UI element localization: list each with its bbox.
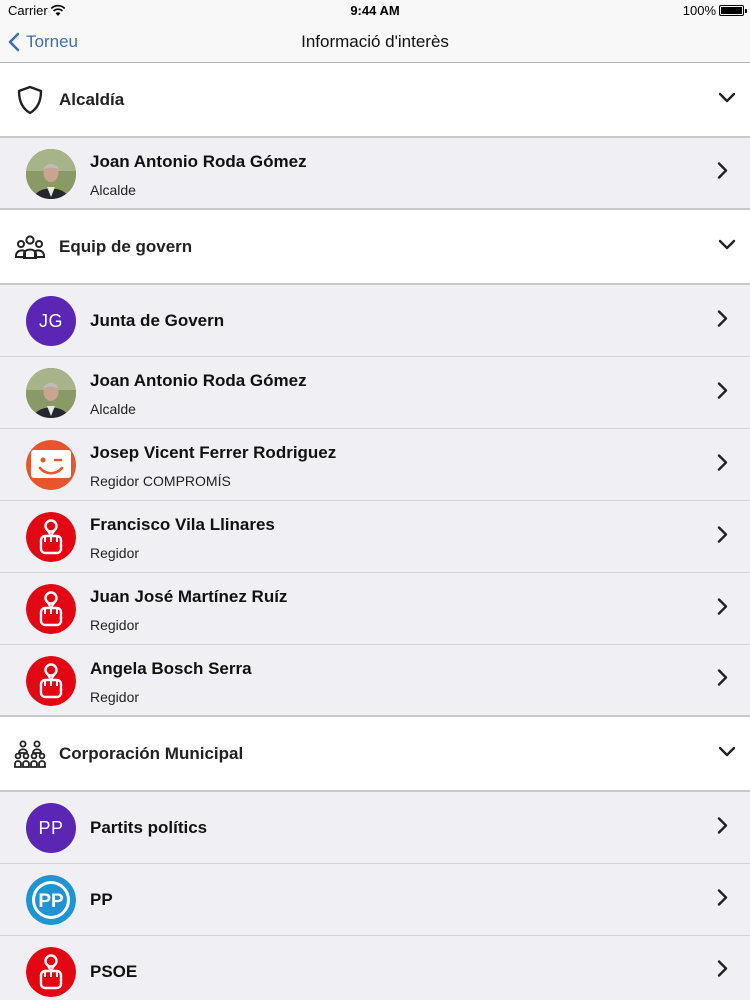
item-role: Alcalde xyxy=(90,401,136,417)
item-role: Regidor xyxy=(90,545,140,561)
list-item[interactable]: Josep Vicent Ferrer Rodriguez Regidor COM… xyxy=(0,429,750,501)
psoe-logo xyxy=(26,947,76,997)
page-title: Informació d'interès xyxy=(301,32,449,51)
status-bar: Carrier 9:44 AM 100% xyxy=(0,0,750,22)
pp-logo: PP xyxy=(26,875,76,925)
list-item[interactable]: Juan José Martínez Ruíz Regidor xyxy=(0,573,750,645)
item-role: Regidor xyxy=(90,617,140,633)
chevron-right-icon xyxy=(717,453,728,476)
avatar xyxy=(26,584,76,634)
clock: 9:44 AM xyxy=(350,3,400,18)
chevron-right-icon xyxy=(717,960,728,983)
psoe-logo xyxy=(26,584,76,634)
section-header[interactable]: Equip de govern xyxy=(0,210,750,285)
chevron-right-icon xyxy=(717,309,728,332)
item-name: Joan Antonio Roda Gómez xyxy=(90,371,307,390)
avatar xyxy=(26,149,76,199)
list-item[interactable]: JG Junta de Govern xyxy=(0,285,750,357)
item-name: Juan José Martínez Ruíz xyxy=(90,587,288,606)
chevron-right-icon xyxy=(717,669,728,692)
avatar: JG xyxy=(26,296,76,346)
item-name: Francisco Vila Llinares xyxy=(90,515,275,534)
avatar xyxy=(26,440,76,490)
list-item[interactable]: Joan Antonio Roda Gómez Alcalde xyxy=(0,357,750,429)
chevron-right-icon xyxy=(717,525,728,548)
chevron-right-icon xyxy=(717,381,728,404)
avatar: PP xyxy=(26,803,76,853)
crowd-icon xyxy=(14,738,46,770)
avatar xyxy=(26,656,76,706)
profile-photo xyxy=(26,149,76,199)
chevron-right-icon xyxy=(717,597,728,620)
section-header[interactable]: Corporación Municipal xyxy=(0,717,750,792)
avatar: PP xyxy=(26,875,76,925)
chevron-right-icon xyxy=(717,888,728,911)
group-icon xyxy=(14,231,46,263)
chevron-down-icon xyxy=(718,745,736,763)
item-name: Joan Antonio Roda Gómez xyxy=(90,152,307,171)
battery-percent: 100% xyxy=(682,3,716,18)
section-title: Equip de govern xyxy=(59,236,193,256)
avatar xyxy=(26,512,76,562)
initials-avatar: JG xyxy=(26,296,76,346)
item-role: Regidor xyxy=(90,689,140,705)
navigation-bar: Torneu Informació d'interès xyxy=(0,22,750,63)
psoe-logo xyxy=(26,512,76,562)
item-name: Angela Bosch Serra xyxy=(90,659,252,678)
section-title: Corporación Municipal xyxy=(59,743,244,763)
chevron-down-icon xyxy=(718,238,736,256)
list-item[interactable]: PP PP xyxy=(0,864,750,936)
section-header[interactable]: Alcaldía xyxy=(0,63,750,138)
chevron-right-icon xyxy=(717,816,728,839)
item-name: PSOE xyxy=(90,962,138,981)
item-role: Alcalde xyxy=(90,182,136,198)
list-item[interactable]: Francisco Vila Llinares Regidor xyxy=(0,501,750,573)
item-name: Josep Vicent Ferrer Rodriguez xyxy=(90,443,337,462)
item-name: Partits polítics xyxy=(90,818,208,837)
section-title: Alcaldía xyxy=(59,89,125,109)
chevron-right-icon xyxy=(717,162,728,185)
avatar xyxy=(26,368,76,418)
compromis-logo xyxy=(26,440,76,490)
profile-photo xyxy=(26,368,76,418)
item-role: Regidor COMPROMÍS xyxy=(90,473,231,489)
list-item[interactable]: PP Partits polítics xyxy=(0,792,750,864)
list-item[interactable]: Angela Bosch Serra Regidor xyxy=(0,645,750,717)
psoe-logo xyxy=(26,656,76,706)
svg-text:PP: PP xyxy=(38,891,64,912)
list-item[interactable]: PSOE xyxy=(0,936,750,1000)
item-name: Junta de Govern xyxy=(90,311,225,330)
contact-list: Alcaldía Joan Antonio Roda Gómez Alcalde Eq… xyxy=(0,63,750,1000)
avatar xyxy=(26,947,76,997)
list-item[interactable]: Joan Antonio Roda Gómez Alcalde xyxy=(0,138,750,210)
chevron-down-icon xyxy=(718,91,736,109)
item-name: PP xyxy=(90,890,113,909)
shield-icon xyxy=(14,84,46,116)
battery-icon xyxy=(719,5,747,16)
initials-avatar: PP xyxy=(26,803,76,853)
